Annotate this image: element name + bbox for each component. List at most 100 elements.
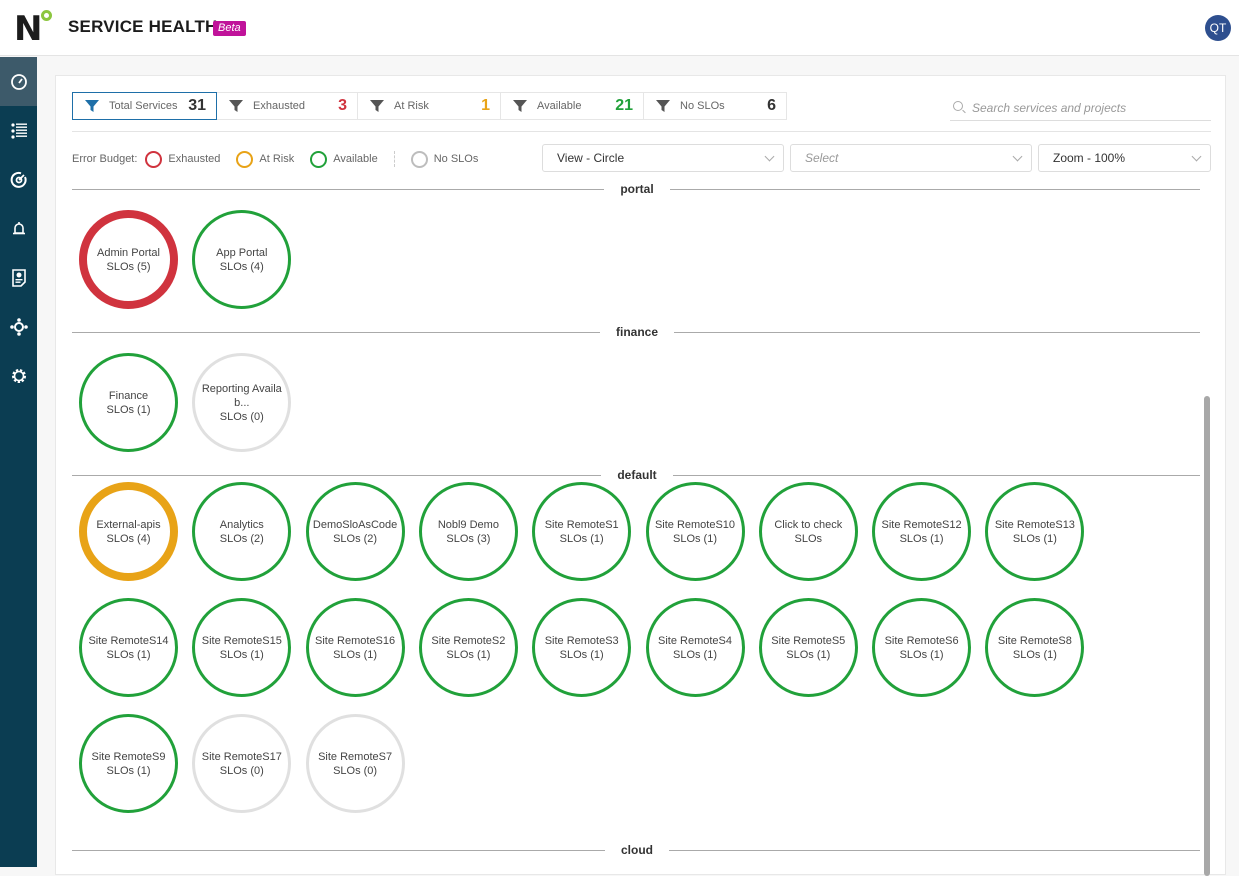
red-ring-icon xyxy=(145,150,163,168)
service-name: DemoSloAsCode xyxy=(312,518,398,531)
service-circle[interactable]: DemoSloAsCode SLOs (2) xyxy=(305,482,405,581)
nobl9-logo[interactable]: N xyxy=(14,10,56,46)
service-slo-count: SLOs (1) xyxy=(559,648,604,661)
view-select[interactable]: View - Circle xyxy=(542,144,784,172)
bell-icon xyxy=(12,221,25,234)
sidebar-item-settings[interactable] xyxy=(0,351,37,400)
filter-count: 6 xyxy=(767,97,776,114)
sidebar-item-dashboard[interactable] xyxy=(0,57,37,106)
zoom-select[interactable]: Zoom - 100% xyxy=(1038,144,1211,172)
service-circle[interactable]: Site RemoteS9 SLOs (1) xyxy=(79,714,178,813)
filter-label: Total Services xyxy=(109,100,178,112)
chevron-down-icon xyxy=(1191,151,1202,162)
service-circle[interactable]: Site RemoteS5 SLOs (1) xyxy=(758,598,858,697)
filter-count: 21 xyxy=(615,97,633,114)
service-slo-count: SLOs (1) xyxy=(333,648,378,661)
service-slo-count: SLOs (1) xyxy=(1012,532,1057,545)
filter-available[interactable]: Available 21 xyxy=(501,92,644,120)
service-circle[interactable]: Nobl9 Demo SLOs (3) xyxy=(418,482,518,581)
sidebar-item-integrations[interactable] xyxy=(0,302,37,351)
service-slo-count: SLOs (1) xyxy=(1012,648,1057,661)
scrollbar[interactable] xyxy=(1204,396,1210,876)
service-slo-count: SLOs (1) xyxy=(786,648,831,661)
service-slo-count: SLOs (1) xyxy=(446,648,491,661)
sidebar-item-alerts[interactable] xyxy=(0,204,37,253)
service-circle[interactable]: Admin Portal SLOs (5) xyxy=(79,210,178,309)
service-name: Site RemoteS15 xyxy=(201,634,282,647)
service-circle[interactable]: Site RemoteS10 SLOs (1) xyxy=(645,482,745,581)
service-slo-count: SLOs (4) xyxy=(219,260,264,273)
legend-item-at-risk: At Risk xyxy=(236,150,294,168)
service-slo-count: SLOs xyxy=(794,532,823,545)
integrations-icon xyxy=(9,317,28,336)
legend-item-available: Available xyxy=(310,150,378,168)
filter-label: No SLOs xyxy=(680,100,725,112)
service-slo-count: SLOs (1) xyxy=(899,648,944,661)
service-circle[interactable]: Site RemoteS16 SLOs (1) xyxy=(305,598,405,697)
group-name: portal xyxy=(604,182,670,196)
service-circle[interactable]: Click to check SLOs xyxy=(758,482,858,581)
filter-label: Available xyxy=(537,100,582,112)
service-circle[interactable]: Site RemoteS2 SLOs (1) xyxy=(418,598,518,697)
sidebar-item-slo[interactable] xyxy=(0,155,37,204)
filter-total-services[interactable]: Total Services 31 xyxy=(72,92,217,120)
service-circle[interactable]: Analytics SLOs (2) xyxy=(192,482,292,581)
legend-title: Error Budget: xyxy=(72,153,138,165)
report-icon xyxy=(11,268,26,287)
service-slo-count: SLOs (1) xyxy=(559,532,604,545)
service-slo-count: SLOs (0) xyxy=(219,410,264,423)
filter-funnel-icon xyxy=(229,100,243,112)
service-circle[interactable]: App Portal SLOs (4) xyxy=(192,210,292,309)
user-avatar[interactable]: QT xyxy=(1205,15,1231,41)
service-name: Site RemoteS3 xyxy=(544,634,619,647)
service-circle[interactable]: Site RemoteS6 SLOs (1) xyxy=(872,598,972,697)
service-slo-count: SLOs (4) xyxy=(106,532,151,545)
legend-separator xyxy=(393,151,395,167)
group-header-default: default xyxy=(72,468,1200,482)
service-circle[interactable]: Finance SLOs (1) xyxy=(79,353,178,452)
sidebar-item-reports[interactable] xyxy=(0,253,37,302)
status-filter-bar: Total Services 31 Exhausted 3 At Risk 1 … xyxy=(72,92,787,120)
filter-no-slos[interactable]: No SLOs 6 xyxy=(644,92,787,120)
beta-badge: Beta xyxy=(213,21,246,36)
filter-funnel-icon xyxy=(370,100,384,112)
chevron-down-icon xyxy=(1012,151,1023,162)
service-circle[interactable]: Site RemoteS1 SLOs (1) xyxy=(532,482,632,581)
legend-item-exhausted: Exhausted xyxy=(145,150,220,168)
search-icon xyxy=(953,101,963,111)
divider xyxy=(72,131,1211,132)
filter-exhausted[interactable]: Exhausted 3 xyxy=(217,92,358,120)
service-circle[interactable]: Site RemoteS4 SLOs (1) xyxy=(645,598,745,697)
gray-ring-icon xyxy=(410,150,428,168)
filter-at-risk[interactable]: At Risk 1 xyxy=(358,92,501,120)
service-slo-count: SLOs (1) xyxy=(672,532,717,545)
service-name: Site RemoteS4 xyxy=(658,634,732,647)
service-slo-count: SLOs (2) xyxy=(219,532,264,545)
service-circle[interactable]: Site RemoteS15 SLOs (1) xyxy=(192,598,292,697)
service-name: Site RemoteS12 xyxy=(881,518,962,531)
service-name: Site RemoteS14 xyxy=(88,634,169,647)
service-name: Finance xyxy=(108,389,149,402)
service-name: Analytics xyxy=(219,518,264,531)
service-name: Site RemoteS16 xyxy=(315,634,396,647)
service-circle[interactable]: Site RemoteS7 SLOs (0) xyxy=(305,714,405,813)
service-slo-count: SLOs (5) xyxy=(106,260,151,273)
service-circle[interactable]: Site RemoteS14 SLOs (1) xyxy=(79,598,178,697)
sidebar-item-catalog[interactable] xyxy=(0,106,37,155)
service-circle[interactable]: Reporting Availab... SLOs (0) xyxy=(192,353,292,452)
service-circle[interactable]: Site RemoteS17 SLOs (0) xyxy=(192,714,292,813)
service-slo-count: SLOs (2) xyxy=(333,532,378,545)
group-header-finance: finance xyxy=(72,325,1200,339)
search-input[interactable] xyxy=(972,99,1207,117)
service-name: Nobl9 Demo xyxy=(437,518,499,531)
service-circle[interactable]: Site RemoteS3 SLOs (1) xyxy=(532,598,632,697)
service-circle[interactable]: External-apis SLOs (4) xyxy=(79,482,178,581)
service-circle[interactable]: Site RemoteS8 SLOs (1) xyxy=(985,598,1085,697)
service-circle[interactable]: Site RemoteS13 SLOs (1) xyxy=(985,482,1085,581)
target-icon xyxy=(10,171,27,188)
filter-count: 1 xyxy=(481,97,490,114)
service-circle[interactable]: Site RemoteS12 SLOs (1) xyxy=(872,482,972,581)
service-name: Site RemoteS6 xyxy=(884,634,959,647)
service-name: Reporting Availab... xyxy=(201,382,282,409)
project-select[interactable]: Select xyxy=(790,144,1032,172)
